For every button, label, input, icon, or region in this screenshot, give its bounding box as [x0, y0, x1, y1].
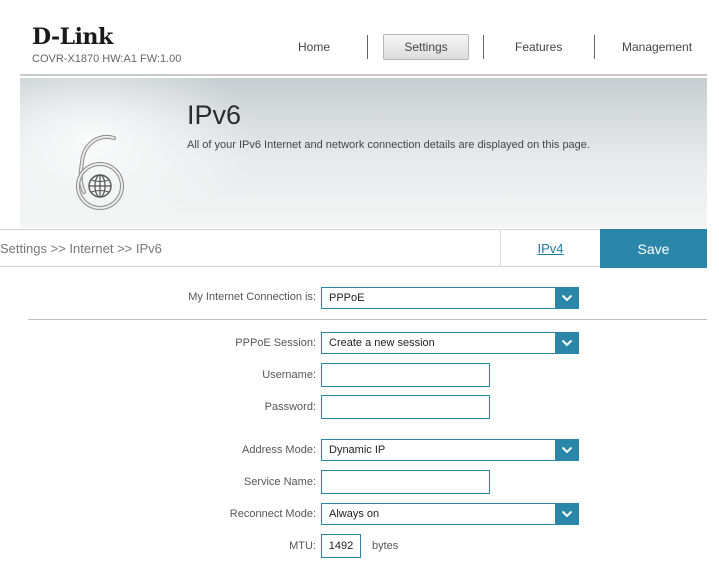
address-mode-value: Dynamic IP — [329, 444, 386, 456]
breadcrumb: Settings >> Internet >> IPv6 — [0, 241, 162, 256]
page-banner: IPv6 All of your IPv6 Internet and netwo… — [20, 78, 707, 228]
pppoe-session-select[interactable]: Create a new session — [321, 332, 579, 354]
dlink-logo: D-Link — [32, 24, 113, 50]
top-header: D-Link COVR-X1870 HW:A1 FW:1.00 Home Set… — [0, 0, 719, 78]
breadcrumb-bar: Settings >> Internet >> IPv6 IPv4 Save — [0, 229, 707, 268]
nav-settings[interactable]: Settings — [383, 34, 469, 60]
username-field[interactable] — [321, 363, 490, 387]
section-divider — [28, 319, 707, 320]
username-label: Username: — [262, 369, 316, 381]
service-name-field[interactable] — [321, 470, 490, 494]
connection-type-label: My Internet Connection is: — [188, 291, 316, 303]
ipv4-link[interactable]: IPv4 — [500, 230, 600, 267]
service-name-label: Service Name: — [243, 476, 316, 488]
reconnect-mode-label: Reconnect Mode: — [229, 508, 316, 520]
header-divider — [20, 74, 707, 76]
mtu-label: MTU: — [289, 540, 316, 552]
connection-type-select[interactable]: PPPoE — [321, 287, 579, 309]
nav-management[interactable]: Management — [622, 34, 692, 60]
page-description: All of your IPv6 Internet and network co… — [187, 139, 590, 151]
address-mode-label: Address Mode: — [242, 444, 316, 456]
nav-home[interactable]: Home — [298, 34, 330, 60]
ipv6-globe-icon — [76, 135, 124, 210]
mtu-units: bytes — [372, 540, 399, 552]
chevron-down-icon[interactable] — [555, 440, 578, 460]
mtu-field[interactable]: 1492 — [321, 534, 361, 558]
page-title: IPv6 — [187, 100, 242, 130]
chevron-down-icon[interactable] — [555, 333, 578, 353]
reconnect-mode-value: Always on — [329, 508, 380, 520]
connection-type-value: PPPoE — [329, 292, 365, 304]
nav-separator — [483, 35, 484, 59]
password-label: Password: — [264, 401, 316, 413]
nav-separator — [367, 35, 368, 59]
reconnect-mode-select[interactable]: Always on — [321, 503, 579, 525]
password-field[interactable] — [321, 395, 490, 419]
save-button[interactable]: Save — [600, 229, 707, 268]
pppoe-session-label: PPPoE Session: — [235, 337, 316, 349]
address-mode-select[interactable]: Dynamic IP — [321, 439, 579, 461]
chevron-down-icon[interactable] — [555, 504, 578, 524]
nav-features[interactable]: Features — [515, 34, 562, 60]
nav-separator — [594, 35, 595, 59]
pppoe-session-value: Create a new session — [329, 337, 435, 349]
chevron-down-icon[interactable] — [555, 288, 578, 308]
model-info: COVR-X1870 HW:A1 FW:1.00 — [32, 53, 182, 65]
